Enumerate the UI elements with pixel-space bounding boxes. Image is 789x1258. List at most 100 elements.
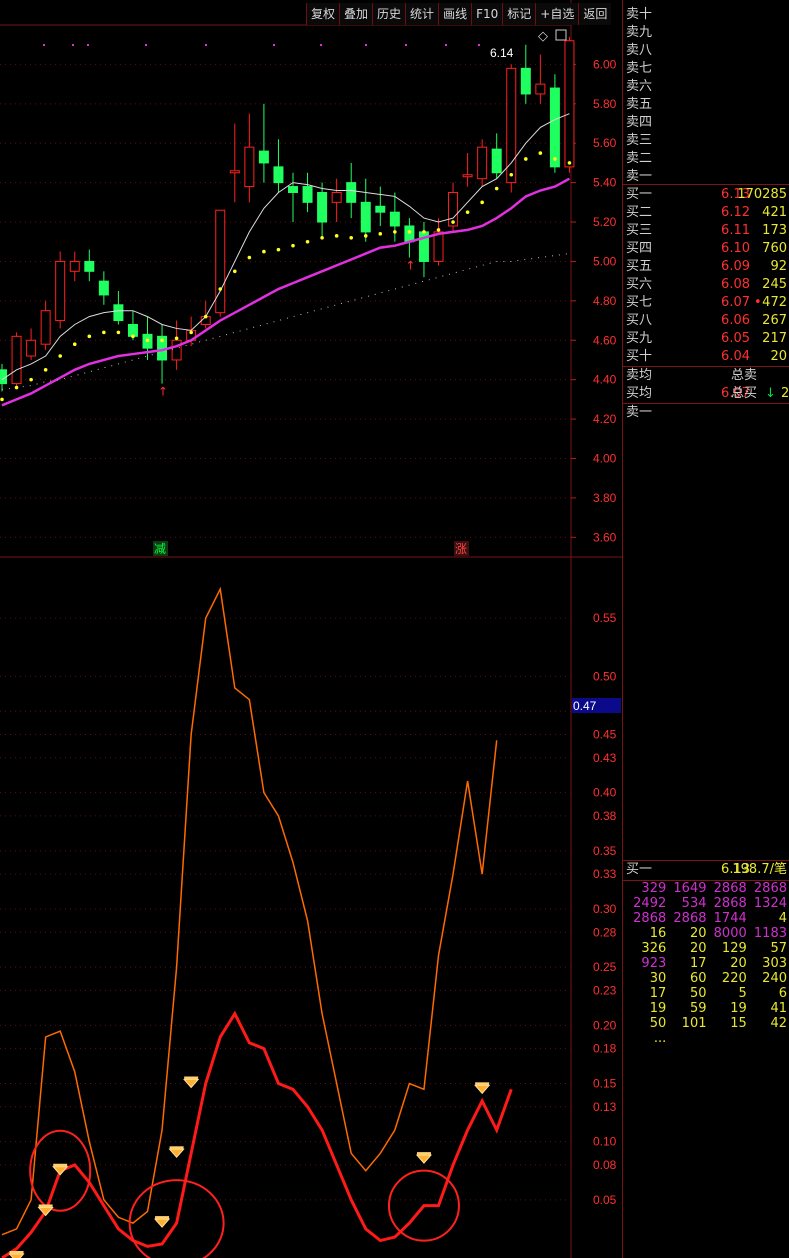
toolbar-button-3[interactable]: 统计 bbox=[405, 3, 439, 25]
toolbar-button-5[interactable]: F10 bbox=[471, 3, 503, 25]
total-sell-label: 总卖 bbox=[731, 368, 758, 383]
diamond-signal-top bbox=[184, 1076, 199, 1080]
tick-value: 17 bbox=[649, 986, 667, 1001]
ma-dot-yellow bbox=[160, 338, 164, 343]
buy-level-price: 6.06 bbox=[721, 313, 750, 328]
diamond-signal-icon bbox=[474, 1084, 491, 1095]
down-arrow-icon: ↓ bbox=[765, 386, 776, 401]
buy-level: 买八 6.06 267 bbox=[626, 312, 789, 330]
candle-body bbox=[404, 225, 415, 243]
avg-buy-row: 买均 6.07 总买 ↓ 2 bbox=[626, 385, 789, 403]
tick-row: 923 17 20 303 bbox=[626, 956, 787, 971]
ma-dot-yellow bbox=[320, 236, 324, 240]
chart-area[interactable]: 6.00 5.80 5.60 5.40 5.20 5.00 4.80 4.60 4.40 4.20… bbox=[0, 0, 622, 1258]
toolbar-button-1[interactable]: 叠加 bbox=[339, 3, 373, 25]
price-axis-label: 3.60 bbox=[593, 530, 617, 544]
indicator-axis-label: 0.10 bbox=[593, 1135, 617, 1149]
tick-value: 220 bbox=[721, 971, 747, 986]
sell-level: 卖六 bbox=[626, 78, 789, 96]
total-buy-value: 2 bbox=[781, 386, 789, 401]
panel-toggle-icon[interactable] bbox=[555, 29, 567, 41]
indicator-axis-label: 0.13 bbox=[593, 1100, 617, 1114]
buy-level: 买九 6.05 217 bbox=[626, 330, 789, 348]
diamond-signal-icon bbox=[8, 1253, 25, 1258]
tick-value: 2868 bbox=[673, 911, 707, 926]
sell-level: 卖九 bbox=[626, 24, 789, 42]
tick-row: 50 101 15 42 bbox=[626, 1016, 787, 1031]
tick-value: 57 bbox=[770, 941, 787, 956]
sell-level: 卖八 bbox=[626, 42, 789, 60]
buy-level-dot: • bbox=[754, 295, 762, 310]
candle-body bbox=[317, 191, 328, 223]
toolbar-button-2[interactable]: 历史 bbox=[372, 3, 406, 25]
sell-level: 卖三 bbox=[626, 132, 789, 150]
ma-dot-yellow bbox=[58, 354, 62, 358]
candle-body bbox=[360, 201, 371, 233]
ma-dot-yellow bbox=[262, 249, 266, 254]
buy-level-price: 6.11 bbox=[721, 223, 750, 238]
candle-body bbox=[346, 182, 357, 203]
ma-dot-yellow bbox=[29, 377, 33, 382]
indicator-grid: 0.55 0.50 0.45 0.43 0.40 0.38 0.35 0.33 0.30 0.28… bbox=[0, 611, 617, 1207]
tick-row: ... bbox=[626, 1031, 787, 1046]
candle-body bbox=[98, 280, 109, 296]
buy-level: 买三 6.11 173 bbox=[626, 222, 789, 240]
tick-value: 17 bbox=[689, 956, 707, 971]
tick-value: 41 bbox=[770, 1001, 787, 1016]
signal-dot bbox=[145, 44, 147, 46]
indicator-line-1 bbox=[1, 1010, 513, 1258]
tick-value: 60 bbox=[689, 971, 707, 986]
ma-dot-yellow bbox=[72, 342, 77, 347]
candle-body bbox=[389, 211, 400, 227]
ma-dot-yellow bbox=[393, 230, 397, 234]
sell-level-label: 卖三 bbox=[626, 133, 653, 148]
tick-value: 923 bbox=[641, 956, 667, 971]
diamond-signal-top bbox=[9, 1251, 24, 1254]
tick-value: 129 bbox=[721, 941, 747, 956]
ma-dot-yellow bbox=[102, 330, 106, 335]
tick-value: 303 bbox=[762, 956, 787, 971]
price-axis-label: 6.00 bbox=[593, 57, 617, 71]
ma-dot-yellow bbox=[567, 161, 572, 165]
toolbar-button-8[interactable]: 返回 bbox=[578, 3, 612, 25]
candle-body bbox=[331, 191, 342, 203]
candle-body bbox=[84, 260, 95, 272]
tick-row: 326 20 129 57 bbox=[626, 941, 787, 956]
indicator-axis-label: 0.50 bbox=[593, 669, 617, 683]
tick-row: 17 50 5 6 bbox=[626, 986, 787, 1001]
ma-dot-yellow bbox=[291, 243, 295, 248]
tick-row: 329 1649 2868 2868 bbox=[626, 881, 787, 896]
sell1-label: 卖一 bbox=[626, 405, 653, 420]
toolbar-button-4[interactable]: 画线 bbox=[438, 3, 472, 25]
signal-dot bbox=[72, 44, 74, 46]
price-axis-label: 4.00 bbox=[593, 451, 617, 465]
diamond-signal-icon bbox=[153, 1218, 171, 1228]
buy-level: 买十 6.04 20 bbox=[626, 348, 789, 366]
ma-dot-yellow bbox=[436, 228, 441, 232]
price-axis-label: 5.80 bbox=[593, 97, 617, 111]
ma-dot-yellow bbox=[0, 397, 4, 402]
plus-marker-text: 涨 bbox=[455, 541, 467, 556]
tick-value: 240 bbox=[762, 971, 787, 986]
sell-level: 卖五 bbox=[626, 96, 789, 114]
tick-value: 1324 bbox=[753, 896, 787, 911]
toolbar-button-0[interactable]: 复权 bbox=[306, 3, 340, 25]
ma-dot-yellow bbox=[378, 232, 383, 236]
tick-value: 1744 bbox=[713, 911, 747, 926]
tick-value: 101 bbox=[681, 1016, 707, 1031]
toolbar-button-7[interactable]: +自选 bbox=[535, 3, 579, 25]
price-axis-label: 4.40 bbox=[593, 373, 617, 387]
ma-dot-yellow bbox=[451, 220, 455, 224]
diamond-toggle-icon[interactable]: ◇ bbox=[538, 29, 548, 44]
signal-dot bbox=[43, 44, 45, 46]
tick-value bbox=[666, 1031, 706, 1046]
buy-arrow-icon: ↑ bbox=[405, 259, 415, 273]
candle-body bbox=[244, 146, 255, 188]
ma-dot-yellow bbox=[538, 151, 543, 155]
indicator-axis-label: 0.15 bbox=[593, 1077, 617, 1091]
ma-dot-yellow bbox=[131, 334, 135, 339]
toolbar-button-6[interactable]: 标记 bbox=[502, 3, 536, 25]
tick-value: 2492 bbox=[633, 896, 667, 911]
buy-level-label: 买四 bbox=[626, 241, 653, 256]
ma-dot-yellow bbox=[203, 314, 208, 319]
